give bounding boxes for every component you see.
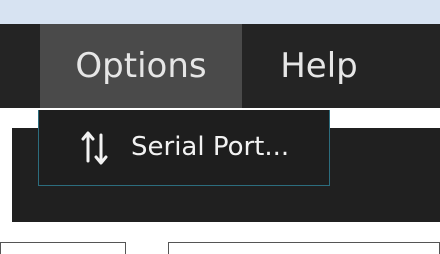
bottom-panel-left bbox=[0, 242, 126, 254]
swap-arrows-icon bbox=[81, 131, 108, 165]
window-title-strip bbox=[0, 0, 440, 24]
bottom-panel-right bbox=[168, 242, 440, 254]
menu-item-serial-port[interactable]: Serial Port... bbox=[39, 110, 329, 184]
menu-item-label: Serial Port... bbox=[131, 132, 290, 162]
menu-options[interactable]: Options bbox=[40, 24, 242, 108]
options-dropdown: Serial Port... bbox=[38, 110, 330, 186]
menu-help[interactable]: Help bbox=[274, 24, 364, 108]
